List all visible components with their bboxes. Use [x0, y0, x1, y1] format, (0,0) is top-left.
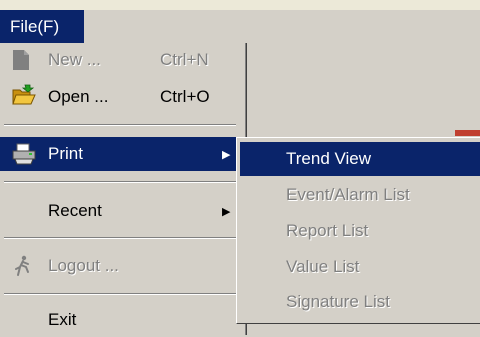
- menu-item-exit[interactable]: Exit: [0, 303, 238, 337]
- menu-item-print-label: Print: [48, 144, 83, 163]
- menu-item-open-label: Open ...: [48, 87, 109, 106]
- menu-file-label: File(F): [10, 16, 60, 36]
- menu-separator: [4, 237, 236, 239]
- menu-item-new-shortcut: Ctrl+N: [160, 50, 209, 69]
- printer-icon: [12, 143, 36, 165]
- menu-item-recent-label: Recent: [48, 201, 102, 220]
- menu-item-recent[interactable]: Recent ▶: [0, 194, 238, 228]
- submenu-item-report-list[interactable]: Report List: [240, 214, 480, 248]
- print-submenu: Trend View Event/Alarm List Report List …: [236, 137, 480, 324]
- submenu-item-trend-view[interactable]: Trend View: [240, 142, 480, 176]
- submenu-arrow-icon: ▶: [222, 205, 231, 218]
- menu-separator: [4, 293, 236, 295]
- submenu-item-event-alarm-list[interactable]: Event/Alarm List: [240, 178, 480, 212]
- open-folder-icon: [12, 84, 36, 106]
- menu-separator: [4, 181, 236, 183]
- menu-item-new-label: New ...: [48, 50, 101, 69]
- menu-item-new[interactable]: New ... Ctrl+N: [0, 43, 238, 77]
- menu-item-print[interactable]: Print ▶: [0, 137, 236, 171]
- submenu-item-label: Value List: [286, 257, 360, 276]
- menu-item-exit-label: Exit: [48, 310, 77, 329]
- new-document-icon: [12, 49, 34, 71]
- submenu-item-label: Report List: [286, 221, 369, 240]
- menu-item-open-shortcut: Ctrl+O: [160, 87, 210, 106]
- submenu-item-value-list[interactable]: Value List: [240, 250, 480, 284]
- menu-item-logout-label: Logout ...: [48, 256, 119, 275]
- background-chart-fragment: [455, 130, 480, 136]
- running-man-icon: [12, 255, 34, 277]
- submenu-item-label: Trend View: [286, 149, 372, 168]
- menu-separator: [4, 124, 236, 126]
- menu-file[interactable]: File(F): [0, 10, 84, 43]
- menu-item-logout[interactable]: Logout ...: [0, 249, 238, 283]
- submenu-item-label: Signature List: [286, 292, 390, 311]
- submenu-arrow-icon: ▶: [222, 148, 231, 161]
- menu-item-open[interactable]: Open ... Ctrl+O: [0, 80, 238, 114]
- window-top-strip: [0, 0, 480, 10]
- submenu-item-label: Event/Alarm List: [286, 185, 410, 204]
- file-menu: New ... Ctrl+N Open ... Ctrl+O Print ▶ R…: [0, 43, 247, 335]
- submenu-item-signature-list[interactable]: Signature List: [240, 285, 480, 319]
